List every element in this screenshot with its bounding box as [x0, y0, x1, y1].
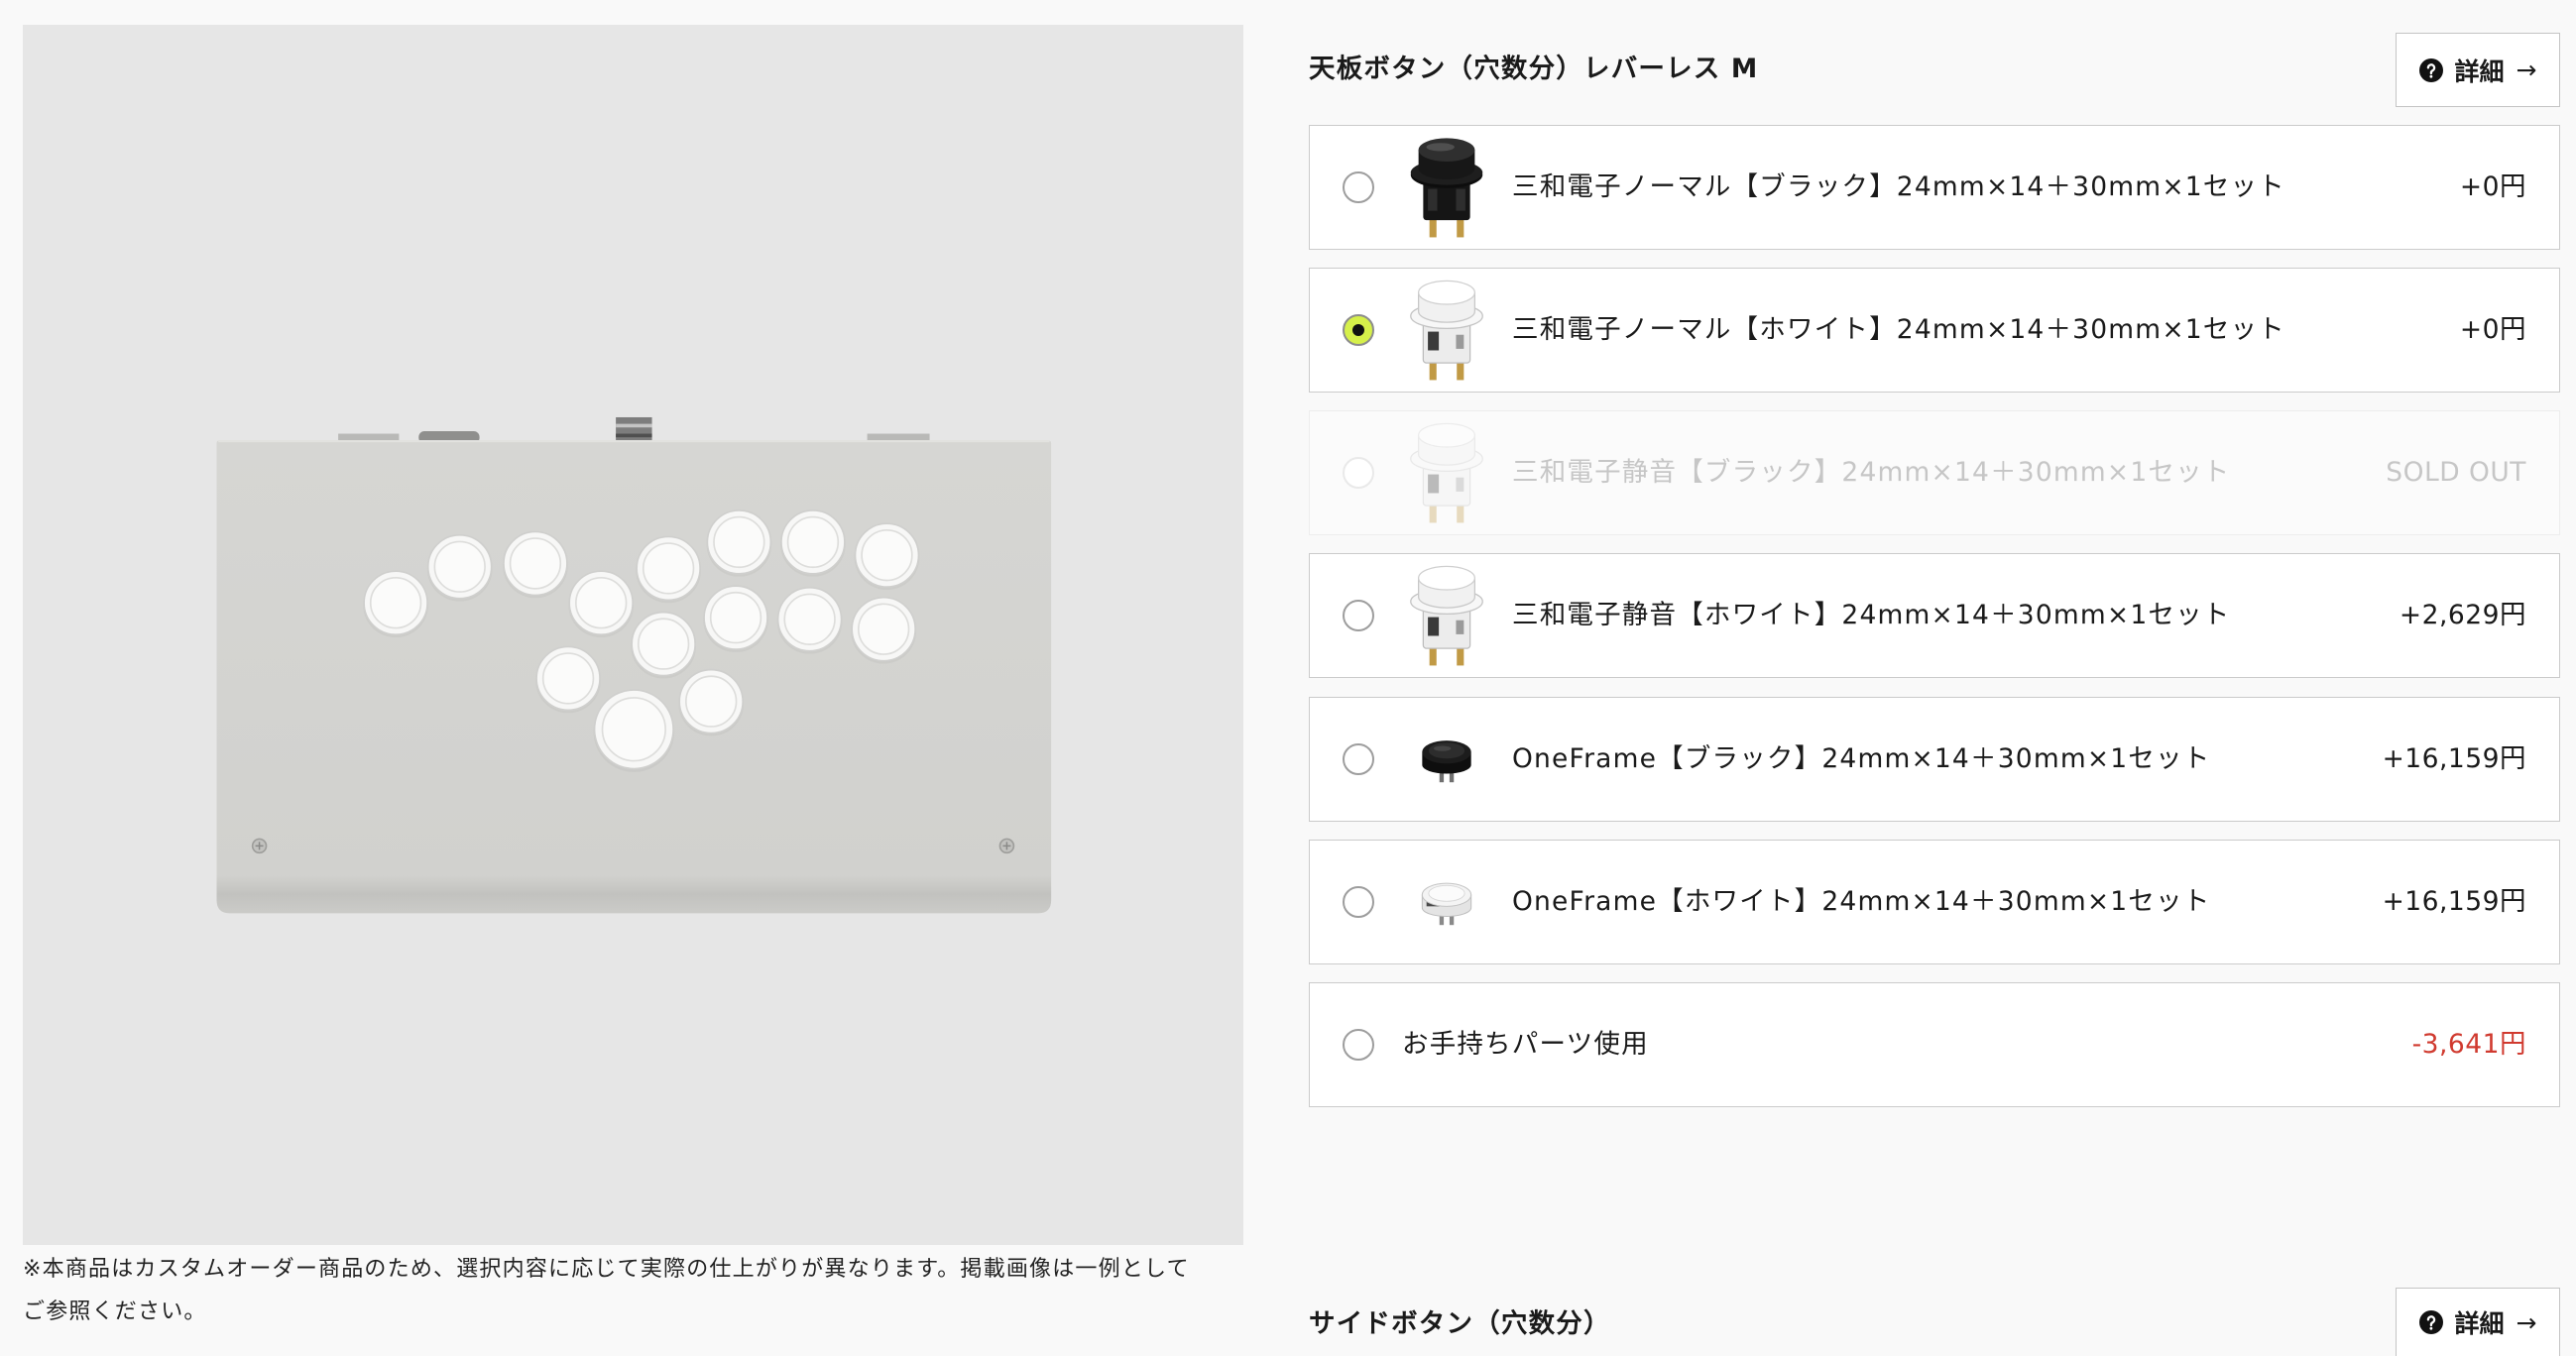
option-label: お手持ちパーツ使用: [1402, 1029, 1649, 1061]
product-image-panel: [23, 25, 1243, 1245]
rear-clip: [616, 416, 652, 444]
controller-body: [216, 440, 1052, 914]
details-label: 詳細: [2454, 56, 2505, 86]
question-circle-icon: [2419, 1310, 2443, 1334]
option-price: +2,629円: [2399, 600, 2526, 631]
details-button-top-buttons[interactable]: 詳細 →: [2396, 33, 2560, 107]
arrow-right-icon: →: [2516, 56, 2537, 84]
section-title-top-buttons: 天板ボタン（穴数分）レバーレス M: [1309, 54, 1759, 84]
oneframe-black-button-icon: [1407, 707, 1486, 812]
radio-oneframe-white[interactable]: [1343, 886, 1374, 918]
option-sanwa-normal-white[interactable]: 三和電子ノーマル【ホワイト】24mm×14＋30mm×1セット +0円: [1309, 268, 2560, 393]
radio-sanwa-normal-white[interactable]: [1343, 314, 1374, 346]
controller-button-top-1: [635, 535, 702, 604]
sanwa-white-button-icon: [1407, 278, 1486, 383]
screw-right: [998, 838, 1015, 854]
sold-out-badge: SOLD OUT: [2386, 457, 2526, 489]
custom-order-note: ※本商品はカスタムオーダー商品のため、選択内容に応じて実際の仕上がりが異なります…: [23, 1248, 1243, 1333]
option-label: OneFrame【ホワイト】24mm×14＋30mm×1セット: [1512, 886, 2211, 918]
option-price: +0円: [2459, 171, 2526, 203]
controller-button-bottom-4: [850, 596, 917, 664]
option-sanwa-normal-black[interactable]: 三和電子ノーマル【ブラック】24mm×14＋30mm×1セット +0円: [1309, 125, 2560, 250]
option-oneframe-white[interactable]: OneFrame【ホワイト】24mm×14＋30mm×1セット +16,159円: [1309, 840, 2560, 964]
details-label: 詳細: [2454, 1309, 2505, 1338]
radio-sanwa-normal-black[interactable]: [1343, 171, 1374, 203]
section-title-side-buttons: サイドボタン（穴数分）: [1309, 1308, 1611, 1339]
sanwa-black-button-icon: [1407, 135, 1486, 240]
option-label: 三和電子静音【ホワイト】24mm×14＋30mm×1セット: [1512, 600, 2231, 631]
note-line-1: ※本商品はカスタムオーダー商品のため、選択内容に応じて実際の仕上がりが異なります…: [23, 1257, 1190, 1282]
radio-sanwa-silent-black: [1343, 457, 1374, 489]
option-label: 三和電子静音【ブラック】24mm×14＋30mm×1セット: [1512, 457, 2231, 489]
controller-button-right: [502, 530, 569, 599]
arrow-right-icon: →: [2516, 1307, 2537, 1337]
controller-button-top-3: [779, 509, 847, 577]
sanwa-black-silent-button-icon: [1407, 420, 1486, 525]
controller-button-left: [362, 570, 429, 637]
note-line-2: ご参照ください。: [23, 1300, 207, 1324]
leverless-controller-icon: [216, 416, 1052, 914]
sanwa-white-silent-button-icon: [1407, 563, 1486, 668]
option-label: 三和電子ノーマル【ホワイト】24mm×14＋30mm×1セット: [1512, 314, 2285, 346]
controller-button-bottom-1: [630, 611, 697, 679]
question-circle-icon: [2419, 58, 2443, 82]
details-button-side-buttons[interactable]: 詳細 →: [2396, 1288, 2560, 1356]
option-price: +0円: [2459, 314, 2526, 346]
controller-button-thumb-right: [677, 668, 745, 736]
option-price: +16,159円: [2382, 743, 2526, 775]
controller-button-top-4: [853, 522, 921, 590]
controller-button-bottom-2: [702, 585, 769, 652]
option-label: OneFrame【ブラック】24mm×14＋30mm×1セット: [1512, 743, 2211, 775]
option-price: +16,159円: [2382, 886, 2526, 918]
controller-button-up-large: [592, 689, 675, 772]
option-label: 三和電子ノーマル【ブラック】24mm×14＋30mm×1セット: [1512, 171, 2285, 203]
option-sanwa-silent-white[interactable]: 三和電子静音【ホワイト】24mm×14＋30mm×1セット +2,629円: [1309, 553, 2560, 678]
option-use-own-parts[interactable]: お手持ちパーツ使用 -3,641円: [1309, 982, 2560, 1107]
option-oneframe-black[interactable]: OneFrame【ブラック】24mm×14＋30mm×1セット +16,159円: [1309, 697, 2560, 822]
controller-button-bottom-3: [775, 586, 844, 654]
option-sanwa-silent-black: 三和電子静音【ブラック】24mm×14＋30mm×1セット SOLD OUT: [1309, 410, 2560, 535]
controller-button-top-2: [705, 509, 772, 577]
controller-button-down: [426, 533, 494, 602]
radio-oneframe-black[interactable]: [1343, 743, 1374, 775]
controller-button-aux: [567, 570, 635, 637]
oneframe-white-button-icon: [1407, 849, 1486, 955]
option-price: -3,641円: [2411, 1029, 2526, 1061]
product-option-page: { "product_image": { "icon": "leverless-…: [0, 0, 2576, 1356]
controller-button-thumb-left: [534, 645, 602, 714]
screw-left: [251, 838, 268, 854]
radio-use-own-parts[interactable]: [1343, 1029, 1374, 1061]
radio-sanwa-silent-white[interactable]: [1343, 600, 1374, 631]
